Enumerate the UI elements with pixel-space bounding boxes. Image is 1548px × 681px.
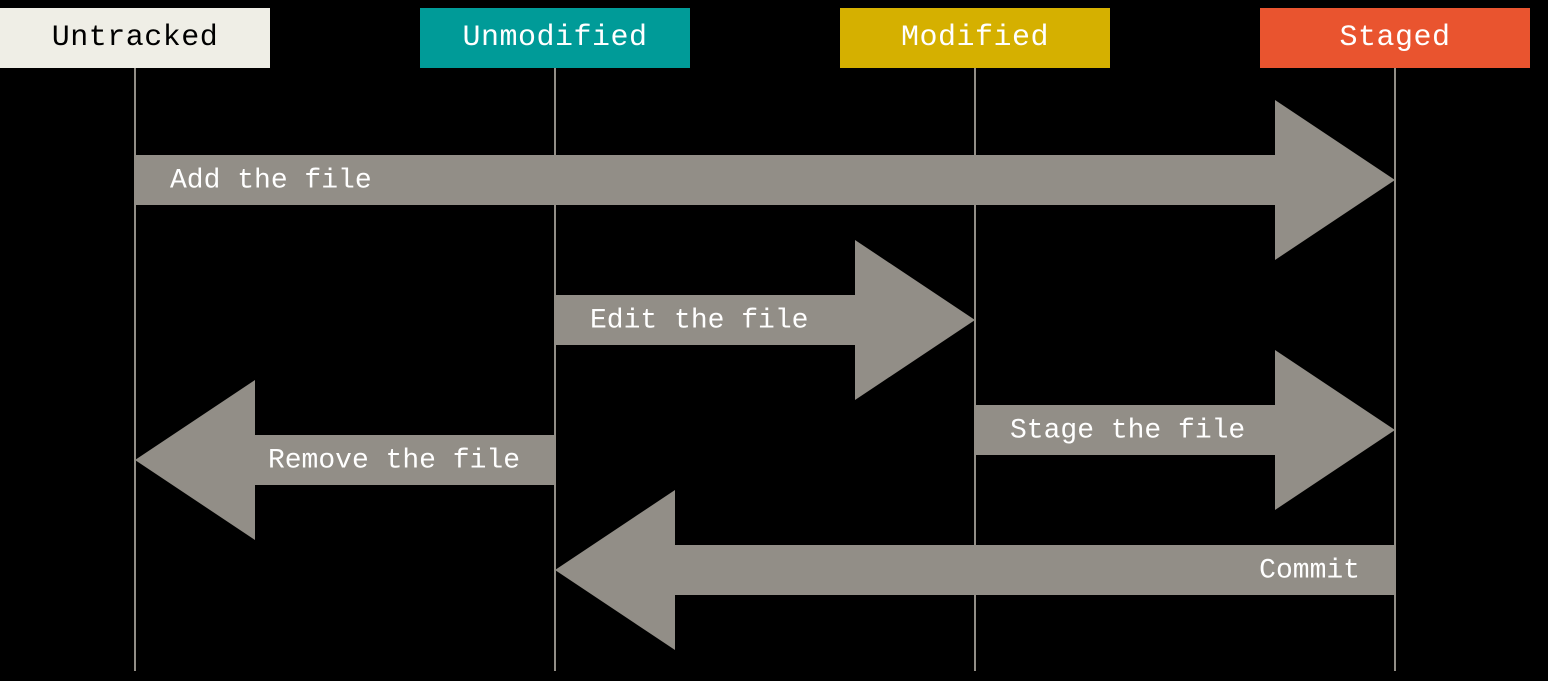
arrow-stage-label: Stage the file [1010, 415, 1245, 446]
state-unmodified: Unmodified [420, 8, 690, 68]
state-modified: Modified [840, 8, 1110, 68]
arrow-remove: Remove the file [130, 370, 560, 550]
arrow-remove-label: Remove the file [268, 445, 520, 476]
state-untracked: Untracked [0, 8, 270, 68]
arrow-add-label: Add the file [170, 165, 372, 196]
arrow-edit-label: Edit the file [590, 305, 808, 336]
arrow-edit: Edit the file [550, 230, 980, 410]
state-staged: Staged [1260, 8, 1530, 68]
arrow-commit-label: Commit [1259, 555, 1360, 586]
arrow-commit: Commit [550, 480, 1400, 660]
